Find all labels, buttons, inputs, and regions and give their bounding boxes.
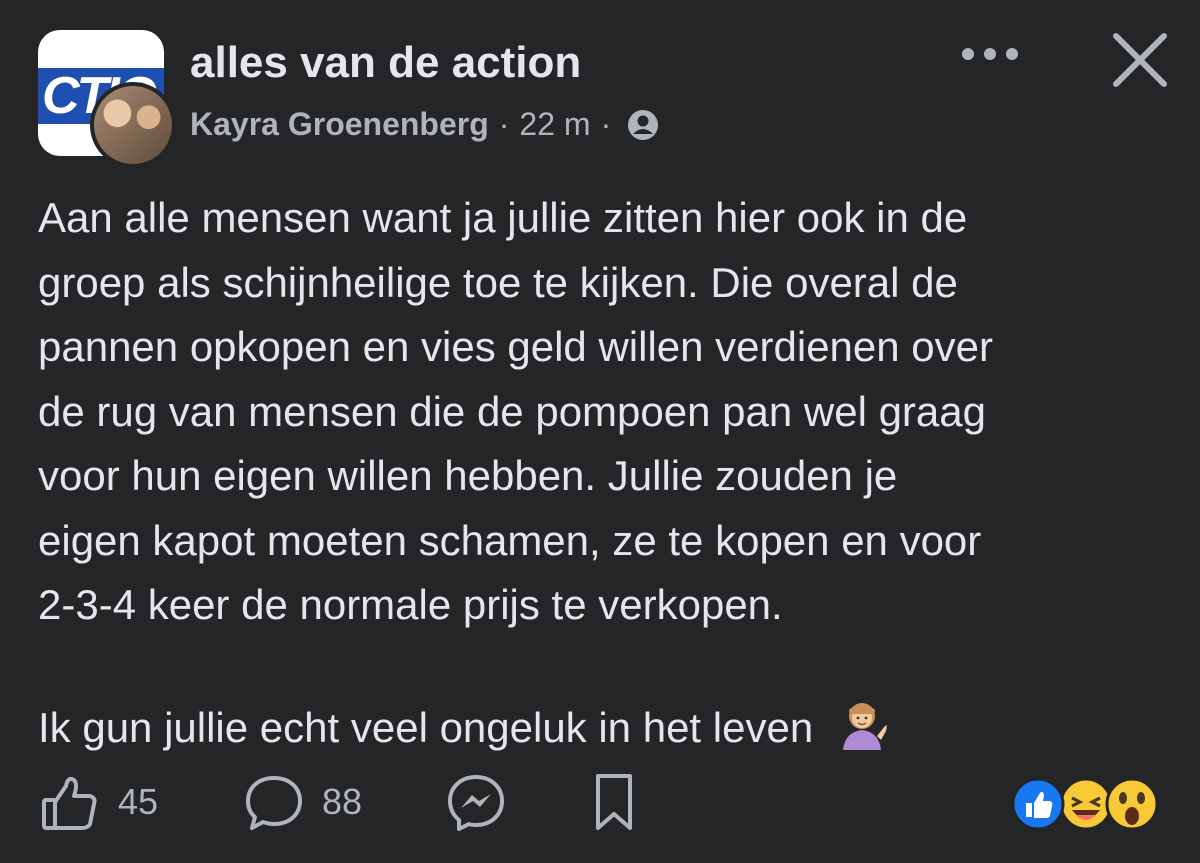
close-icon[interactable] [1110, 30, 1170, 90]
laugh-reaction-icon [1059, 777, 1113, 831]
post-body: Aan alle mensen want ja jullie zitten hi… [38, 186, 1178, 760]
like-action[interactable]: 45 [38, 770, 158, 834]
meta-separator: · [498, 106, 510, 142]
like-reaction-icon [1011, 777, 1065, 831]
more-dots-icon[interactable] [958, 40, 1022, 68]
messenger-icon [448, 775, 504, 831]
post-closing-text: Ik gun jullie echt veel ongeluk in het l… [38, 703, 814, 751]
like-count: 45 [118, 781, 159, 822]
post-time[interactable]: 22 m [519, 106, 590, 143]
post-line: groep als schijnheilige toe te kijken. D… [38, 258, 958, 306]
meta-separator: · [600, 106, 612, 142]
post-line: Aan alle mensen want ja jullie zitten hi… [38, 194, 968, 241]
post-line: de rug van mensen die de pompoen pan wel… [38, 387, 986, 435]
wow-reaction-icon [1105, 777, 1159, 831]
post-actions-bar: 45 88 [38, 770, 1168, 840]
post-line: eigen kapot moeten schamen, ze te kopen … [38, 516, 982, 564]
comment-action[interactable]: 88 [242, 770, 362, 834]
post-meta: Kayra Groenenberg · 22 m · [190, 106, 661, 143]
comment-icon [246, 776, 302, 830]
reactions-summary[interactable] [1010, 776, 1160, 832]
share-messenger-action[interactable] [444, 770, 508, 834]
post-closing-line: Ik gun jullie echt veel ongeluk in het l… [38, 696, 1178, 761]
author-avatar[interactable] [90, 82, 176, 168]
author-name[interactable]: Kayra Groenenberg [190, 106, 489, 143]
post-header: CTIO alles van de action Kayra Groenenbe… [38, 30, 1170, 168]
people-icon [628, 109, 659, 140]
group-name[interactable]: alles van de action [190, 38, 581, 88]
post-line: pannen opkopen en vies geld willen verdi… [38, 323, 994, 370]
post-line: voor hun eigen willen hebben. Jullie zou… [38, 452, 898, 499]
comment-count: 88 [322, 781, 363, 822]
thumbs-up-icon [42, 776, 97, 830]
person-tipping-hand-emoji [842, 702, 887, 750]
bookmark-icon [596, 774, 632, 830]
post-line: 2-3-4 keer de normale prijs te verkopen. [38, 581, 783, 628]
save-action[interactable] [586, 770, 642, 834]
